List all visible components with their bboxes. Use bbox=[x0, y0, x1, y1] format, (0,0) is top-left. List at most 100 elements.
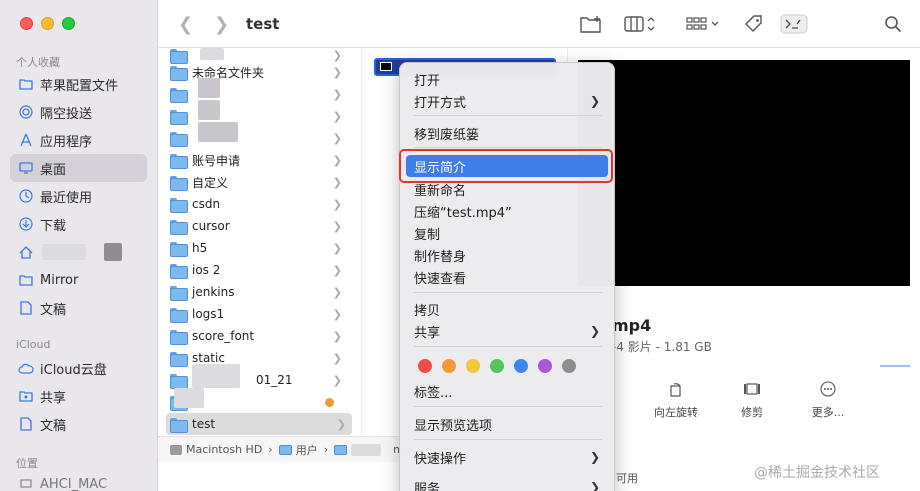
folder-icon bbox=[334, 444, 348, 455]
path-separator-icon: › bbox=[268, 443, 273, 456]
preview-pane: mp4 -4 影片 - 1.81 GB 向左旋转 修剪 更多... 可用 bbox=[568, 48, 920, 488]
menu-item-show-preview-options[interactable]: 显示预览选项 bbox=[406, 414, 608, 434]
menu-separator bbox=[414, 406, 602, 407]
path-segment[interactable]: 用户 bbox=[278, 442, 318, 458]
folder-icon bbox=[170, 307, 188, 323]
sidebar-item-label: iCloud云盘 bbox=[40, 362, 107, 378]
more-actions-icon[interactable] bbox=[780, 13, 808, 35]
list-item-label: 自定义 bbox=[192, 175, 229, 190]
sidebar-item-icloud-drive[interactable]: iCloud云盘 bbox=[10, 354, 147, 382]
zoom-button[interactable] bbox=[62, 17, 75, 30]
preview-file-name: mp4 bbox=[612, 316, 652, 335]
list-item-label: 01_21 bbox=[256, 373, 293, 387]
rotate-left-button[interactable]: 向左旋转 bbox=[638, 380, 714, 420]
list-item[interactable]: h5 ❯ bbox=[170, 237, 350, 259]
menu-item-share[interactable]: 共享 ❯ bbox=[406, 321, 608, 341]
redacted-block bbox=[198, 78, 220, 98]
menu-item-label: 快速查看 bbox=[414, 271, 467, 287]
menu-item-make-alias[interactable]: 制作替身 bbox=[406, 245, 608, 265]
tag-orange-dot[interactable] bbox=[442, 359, 456, 373]
path-segment[interactable]: Macintosh HD bbox=[170, 443, 262, 456]
back-button[interactable]: ❮ bbox=[178, 14, 193, 35]
available-space: 可用 bbox=[616, 472, 638, 485]
folder-icon bbox=[278, 444, 292, 455]
menu-item-move-to-trash[interactable]: 移到废纸篓 bbox=[406, 123, 608, 143]
action-label: 更多... bbox=[811, 406, 845, 419]
list-item[interactable]: jenkins ❯ bbox=[170, 281, 350, 303]
menu-item-quick-look[interactable]: 快速查看 bbox=[406, 267, 608, 287]
tag-red-dot[interactable] bbox=[418, 359, 432, 373]
redacted-block bbox=[200, 48, 224, 60]
close-button[interactable] bbox=[20, 17, 33, 30]
folder-icon bbox=[170, 153, 188, 169]
sidebar-item-icloud-documents[interactable]: 文稿 bbox=[10, 410, 147, 438]
forward-button[interactable]: ❯ bbox=[214, 14, 229, 35]
menu-separator bbox=[414, 439, 602, 440]
menu-item-open[interactable]: 打开 bbox=[406, 69, 608, 89]
preview-file-meta: -4 影片 - 1.81 GB bbox=[612, 340, 712, 354]
list-item[interactable]: logs1 ❯ bbox=[170, 303, 350, 325]
home-icon bbox=[18, 244, 34, 260]
list-item-label: test bbox=[192, 417, 216, 431]
new-folder-icon[interactable] bbox=[580, 13, 602, 35]
sidebar-item-mirror[interactable]: Mirror bbox=[10, 266, 147, 294]
list-item[interactable]: csdn ❯ bbox=[170, 193, 350, 215]
tag-icon[interactable] bbox=[744, 13, 764, 35]
menu-item-quick-actions[interactable]: 快速操作 ❯ bbox=[406, 447, 608, 467]
sidebar: 个人收藏 苹果配置文件 隔空投送 应用程序 桌面 最近使用 下载 Mirror … bbox=[0, 0, 158, 491]
redacted-block bbox=[104, 243, 122, 261]
list-item[interactable]: 未命名文件夹 ❯ bbox=[170, 61, 350, 83]
list-item-label: score_font bbox=[192, 329, 255, 343]
sidebar-item-applications[interactable]: 应用程序 bbox=[10, 126, 147, 154]
menu-item-services[interactable]: 服务 ❯ bbox=[406, 477, 608, 491]
sidebar-item-desktop[interactable]: 桌面 bbox=[10, 154, 147, 182]
folder-icon bbox=[170, 197, 188, 213]
redacted-block bbox=[42, 244, 86, 260]
sidebar-item-mac[interactable]: AHCI_MAC bbox=[10, 474, 147, 491]
sidebar-item-documents[interactable]: 文稿 bbox=[10, 294, 147, 322]
downloads-icon bbox=[18, 216, 34, 232]
list-item-selected[interactable]: test ❯ bbox=[166, 413, 352, 435]
list-item[interactable]: 自定义 ❯ bbox=[170, 171, 350, 193]
folder-icon bbox=[170, 417, 188, 433]
window-title: test bbox=[246, 15, 280, 33]
minimize-button[interactable] bbox=[41, 17, 54, 30]
sidebar-item-shared[interactable]: 共享 bbox=[10, 382, 147, 410]
menu-item-copy[interactable]: 拷贝 bbox=[406, 299, 608, 319]
column-view-icon[interactable] bbox=[624, 13, 656, 35]
document-icon bbox=[18, 300, 34, 316]
trim-button[interactable]: 修剪 bbox=[714, 380, 790, 420]
sidebar-item-airdrop[interactable]: 隔空投送 bbox=[10, 98, 147, 126]
menu-item-label: 打开 bbox=[414, 73, 441, 89]
menu-item-open-with[interactable]: 打开方式 ❯ bbox=[406, 91, 608, 111]
toolbar: ❮ ❯ test bbox=[158, 0, 920, 48]
chevron-right-icon: ❯ bbox=[332, 219, 342, 233]
tag-blue-dot[interactable] bbox=[514, 359, 528, 373]
tag-gray-dot[interactable] bbox=[562, 359, 576, 373]
sidebar-item-recents[interactable]: 最近使用 bbox=[10, 182, 147, 210]
list-item[interactable]: score_font ❯ bbox=[170, 325, 350, 347]
chevron-right-icon: ❯ bbox=[332, 373, 342, 387]
list-item[interactable]: ❯ bbox=[170, 105, 350, 127]
list-item[interactable]: ❯ bbox=[170, 83, 350, 105]
list-item[interactable]: cursor ❯ bbox=[170, 215, 350, 237]
menu-item-tags[interactable]: 标签... bbox=[406, 381, 608, 401]
sidebar-item-apple-config[interactable]: 苹果配置文件 bbox=[10, 70, 147, 98]
menu-item-compress[interactable]: 压缩“test.mp4” bbox=[406, 201, 608, 221]
group-icon[interactable] bbox=[686, 13, 722, 35]
list-item[interactable]: ❯ bbox=[170, 127, 350, 149]
tag-yellow-dot[interactable] bbox=[466, 359, 480, 373]
trim-icon bbox=[743, 380, 761, 398]
tag-green-dot[interactable] bbox=[490, 359, 504, 373]
sidebar-item-home[interactable] bbox=[10, 238, 147, 266]
folder-icon bbox=[170, 219, 188, 235]
sidebar-item-downloads[interactable]: 下载 bbox=[10, 210, 147, 238]
search-icon[interactable] bbox=[884, 13, 902, 35]
list-item[interactable]: ios 2 ❯ bbox=[170, 259, 350, 281]
list-item[interactable]: 账号申请 ❯ bbox=[170, 149, 350, 171]
tag-purple-dot[interactable] bbox=[538, 359, 552, 373]
path-segment[interactable] bbox=[334, 443, 382, 456]
chevron-right-icon: ❯ bbox=[332, 87, 342, 101]
more-button[interactable]: 更多... bbox=[790, 380, 866, 420]
menu-item-duplicate[interactable]: 复制 bbox=[406, 223, 608, 243]
